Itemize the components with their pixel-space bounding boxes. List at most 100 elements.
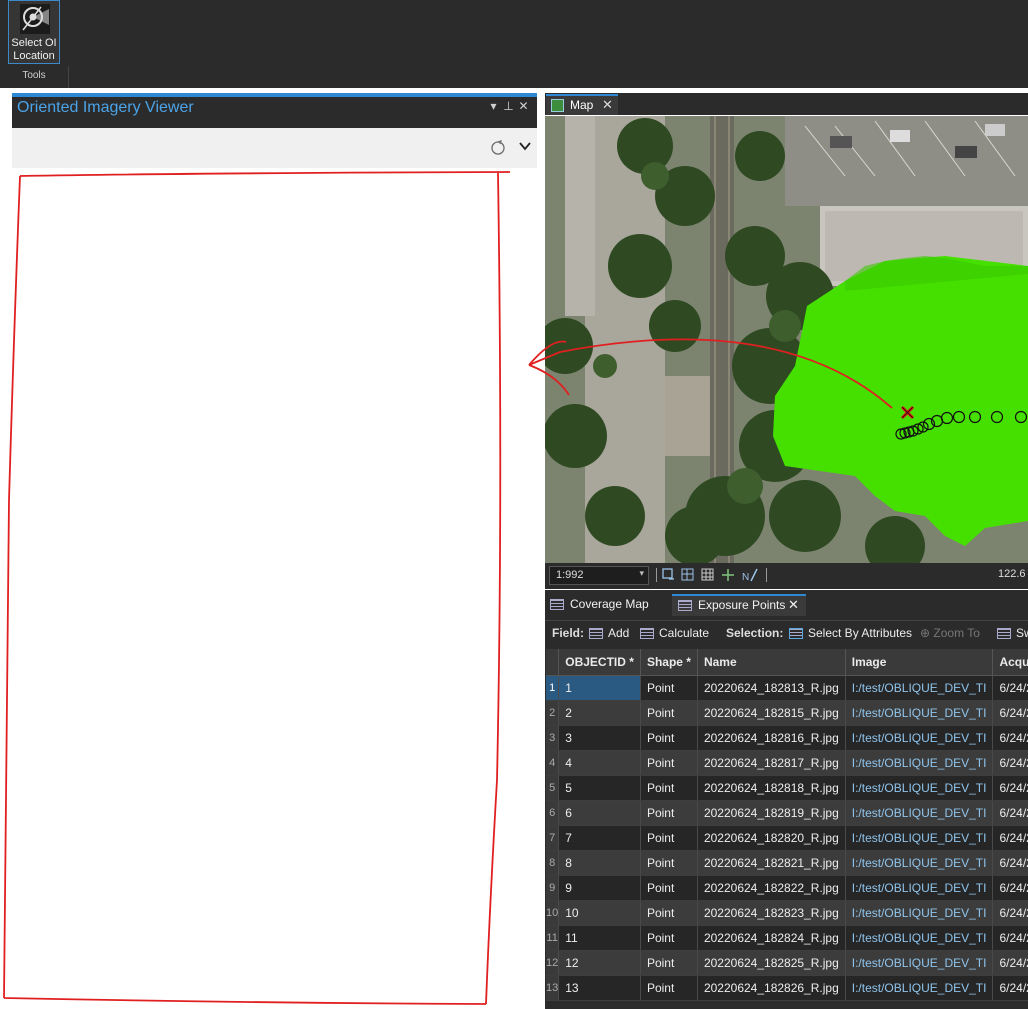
cell-shape[interactable]: Point bbox=[640, 850, 698, 876]
table-row[interactable]: 9 9 Point 20220624_182822_R.jpg I:/test/OBLI… bbox=[546, 875, 1028, 901]
tab-map[interactable]: Map ✕ bbox=[546, 94, 618, 115]
table-corner[interactable] bbox=[546, 649, 560, 676]
table-row[interactable]: 1 1 Point 20220624_182813_R.jpg I:/test/OBLI… bbox=[546, 675, 1028, 701]
cell-shape[interactable]: Point bbox=[640, 750, 698, 776]
row-number[interactable]: 9 bbox=[546, 875, 560, 901]
column-header-shape[interactable]: Shape * bbox=[640, 649, 698, 676]
chevron-down-icon[interactable] bbox=[518, 139, 532, 153]
table-row[interactable]: 8 8 Point 20220624_182821_R.jpg I:/test/OBLI… bbox=[546, 850, 1028, 876]
cell-image[interactable]: I:/test/OBLIQUE_DEV_TI bbox=[845, 700, 994, 726]
cell-name[interactable]: 20220624_182819_R.jpg bbox=[697, 800, 846, 826]
cell-name[interactable]: 20220624_182823_R.jpg bbox=[697, 900, 846, 926]
column-header-name[interactable]: Name bbox=[697, 649, 846, 676]
row-number[interactable]: 2 bbox=[546, 700, 560, 726]
fixed-zoom-icon[interactable] bbox=[662, 568, 674, 580]
table-row[interactable]: 11 11 Point 20220624_182824_R.jpg I:/test/OB… bbox=[546, 925, 1028, 951]
cell-image[interactable]: I:/test/OBLIQUE_DEV_TI bbox=[845, 825, 994, 851]
table-row[interactable]: 2 2 Point 20220624_182815_R.jpg I:/test/OBLI… bbox=[546, 700, 1028, 726]
cell-acquisition[interactable]: 6/24/2022 bbox=[992, 825, 1028, 851]
cell-objectid[interactable]: 13 bbox=[558, 975, 641, 1001]
cell-name[interactable]: 20220624_182815_R.jpg bbox=[697, 700, 846, 726]
cell-name[interactable]: 20220624_182813_R.jpg bbox=[697, 675, 846, 701]
north-arrow-icon[interactable]: N bbox=[742, 568, 758, 583]
cell-objectid[interactable]: 1 bbox=[558, 675, 641, 701]
cell-name[interactable]: 20220624_182826_R.jpg bbox=[697, 975, 846, 1001]
cell-objectid[interactable]: 8 bbox=[558, 850, 641, 876]
cell-acquisition[interactable]: 6/24/2022 bbox=[992, 875, 1028, 901]
pane-menu-icon[interactable]: ▾ bbox=[486, 99, 501, 113]
cell-shape[interactable]: Point bbox=[640, 775, 698, 801]
cell-acquisition[interactable]: 6/24/2022 bbox=[992, 800, 1028, 826]
cell-image[interactable]: I:/test/OBLIQUE_DEV_TI bbox=[845, 900, 994, 926]
cell-shape[interactable]: Point bbox=[640, 800, 698, 826]
tab-close-icon[interactable]: ✕ bbox=[788, 597, 799, 613]
cell-image[interactable]: I:/test/OBLIQUE_DEV_TI bbox=[845, 800, 994, 826]
cell-objectid[interactable]: 9 bbox=[558, 875, 641, 901]
cell-acquisition[interactable]: 6/24/2022 bbox=[992, 950, 1028, 976]
switch-selection-button[interactable]: Sw bbox=[997, 626, 1028, 640]
pin-icon[interactable]: ⊥ bbox=[501, 99, 516, 113]
grid-icon[interactable] bbox=[681, 568, 694, 581]
tab-close-icon[interactable]: ✕ bbox=[602, 97, 613, 113]
row-number[interactable]: 3 bbox=[546, 725, 560, 751]
cell-name[interactable]: 20220624_182821_R.jpg bbox=[697, 850, 846, 876]
cell-objectid[interactable]: 10 bbox=[558, 900, 641, 926]
cell-shape[interactable]: Point bbox=[640, 975, 698, 1001]
close-icon[interactable]: ✕ bbox=[516, 99, 531, 113]
cell-objectid[interactable]: 4 bbox=[558, 750, 641, 776]
cell-objectid[interactable]: 6 bbox=[558, 800, 641, 826]
cell-shape[interactable]: Point bbox=[640, 950, 698, 976]
cell-shape[interactable]: Point bbox=[640, 675, 698, 701]
cell-objectid[interactable]: 11 bbox=[558, 925, 641, 951]
row-number[interactable]: 11 bbox=[546, 925, 560, 951]
table-row[interactable]: 12 12 Point 20220624_182825_R.jpg I:/test/OB… bbox=[546, 950, 1028, 976]
table-row[interactable]: 3 3 Point 20220624_182816_R.jpg I:/test/OBLI… bbox=[546, 725, 1028, 751]
column-header-acquisition[interactable]: Acquisiti bbox=[992, 649, 1028, 676]
attribute-table[interactable]: OBJECTID * Shape * Name Image Acquisiti … bbox=[546, 649, 1028, 1009]
cell-image[interactable]: I:/test/OBLIQUE_DEV_TI bbox=[845, 950, 994, 976]
row-number[interactable]: 8 bbox=[546, 850, 560, 876]
table-row[interactable]: 4 4 Point 20220624_182817_R.jpg I:/test/OBLI… bbox=[546, 750, 1028, 776]
row-number[interactable]: 5 bbox=[546, 775, 560, 801]
snapping-icon[interactable] bbox=[722, 569, 734, 581]
cell-shape[interactable]: Point bbox=[640, 700, 698, 726]
cell-acquisition[interactable]: 6/24/2022 bbox=[992, 750, 1028, 776]
cell-shape[interactable]: Point bbox=[640, 725, 698, 751]
table-row[interactable]: 13 13 Point 20220624_182826_R.jpg I:/test/OB… bbox=[546, 975, 1028, 1001]
cell-image[interactable]: I:/test/OBLIQUE_DEV_TI bbox=[845, 975, 994, 1001]
refresh-icon[interactable] bbox=[490, 140, 506, 156]
table-row[interactable]: 10 10 Point 20220624_182823_R.jpg I:/test/OB… bbox=[546, 900, 1028, 926]
cell-name[interactable]: 20220624_182825_R.jpg bbox=[697, 950, 846, 976]
cell-acquisition[interactable]: 6/24/2022 bbox=[992, 700, 1028, 726]
cell-name[interactable]: 20220624_182816_R.jpg bbox=[697, 725, 846, 751]
cell-image[interactable]: I:/test/OBLIQUE_DEV_TI bbox=[845, 675, 994, 701]
row-number[interactable]: 6 bbox=[546, 800, 560, 826]
select-oi-location-button[interactable]: Select OI Location bbox=[8, 0, 60, 64]
add-field-button[interactable]: Add bbox=[589, 626, 629, 640]
cell-image[interactable]: I:/test/OBLIQUE_DEV_TI bbox=[845, 925, 994, 951]
cell-objectid[interactable]: 3 bbox=[558, 725, 641, 751]
cell-objectid[interactable]: 2 bbox=[558, 700, 641, 726]
cell-name[interactable]: 20220624_182818_R.jpg bbox=[697, 775, 846, 801]
map-view[interactable] bbox=[545, 116, 1028, 563]
table-row[interactable]: 6 6 Point 20220624_182819_R.jpg I:/test/OBLI… bbox=[546, 800, 1028, 826]
cell-acquisition[interactable]: 6/24/2022 bbox=[992, 900, 1028, 926]
calculate-field-button[interactable]: Calculate bbox=[640, 626, 709, 640]
row-number[interactable]: 12 bbox=[546, 950, 560, 976]
tab-exposure-points[interactable]: Exposure Points ✕ bbox=[672, 594, 806, 616]
cell-acquisition[interactable]: 6/24/2022 bbox=[992, 675, 1028, 701]
cell-image[interactable]: I:/test/OBLIQUE_DEV_TI bbox=[845, 775, 994, 801]
cell-acquisition[interactable]: 6/24/2022 bbox=[992, 850, 1028, 876]
cell-shape[interactable]: Point bbox=[640, 825, 698, 851]
column-header-image[interactable]: Image bbox=[845, 649, 994, 676]
cell-image[interactable]: I:/test/OBLIQUE_DEV_TI bbox=[845, 850, 994, 876]
cell-objectid[interactable]: 7 bbox=[558, 825, 641, 851]
table-grid-icon[interactable] bbox=[701, 568, 714, 581]
table-row[interactable]: 5 5 Point 20220624_182818_R.jpg I:/test/OBLI… bbox=[546, 775, 1028, 801]
cell-name[interactable]: 20220624_182824_R.jpg bbox=[697, 925, 846, 951]
cell-image[interactable]: I:/test/OBLIQUE_DEV_TI bbox=[845, 750, 994, 776]
cell-name[interactable]: 20220624_182822_R.jpg bbox=[697, 875, 846, 901]
table-row[interactable]: 7 7 Point 20220624_182820_R.jpg I:/test/OBLI… bbox=[546, 825, 1028, 851]
tab-coverage-map[interactable]: Coverage Map bbox=[546, 594, 666, 616]
cell-objectid[interactable]: 12 bbox=[558, 950, 641, 976]
